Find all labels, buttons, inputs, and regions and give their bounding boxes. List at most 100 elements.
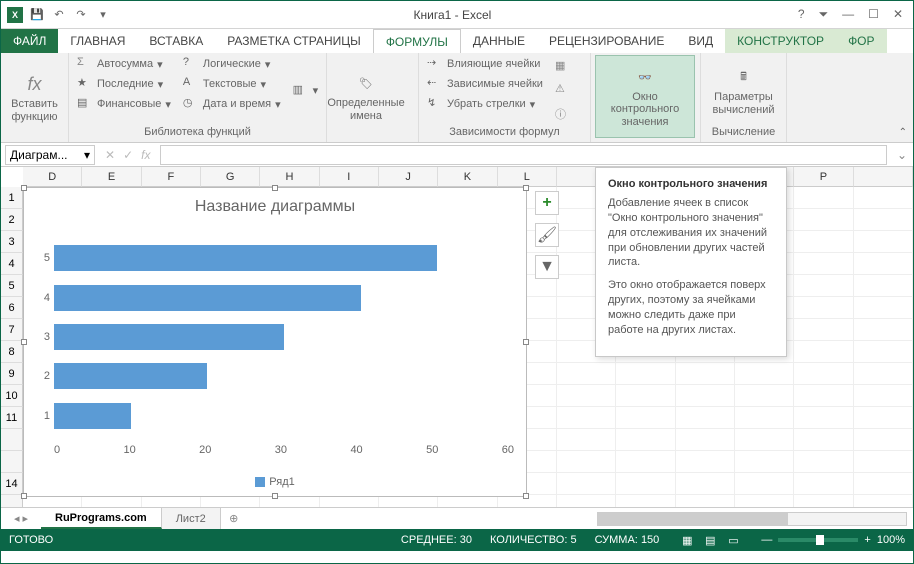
col-header[interactable]: G [201,167,260,187]
chart-filter-button[interactable]: ▼ [535,255,559,279]
cell[interactable] [854,407,913,429]
chart-title[interactable]: Название диаграммы [24,188,526,224]
cell[interactable] [735,429,794,451]
qat-dropdown-icon[interactable]: ▾ [95,7,111,23]
cell[interactable] [676,363,735,385]
row-header[interactable]: 3 [1,231,23,253]
tab-design[interactable]: КОНСТРУКТОР [725,29,836,53]
row-header[interactable]: 8 [1,341,23,363]
chart-legend[interactable]: Ряд1 [24,476,526,488]
cell[interactable] [616,495,675,507]
cell[interactable] [557,429,616,451]
cell[interactable] [616,429,675,451]
cell[interactable] [616,385,675,407]
formula-input[interactable] [160,145,886,165]
col-header[interactable]: I [320,167,379,187]
close-icon[interactable]: ✕ [893,7,903,22]
cell[interactable] [794,253,853,275]
cell[interactable] [794,341,853,363]
cell[interactable] [794,275,853,297]
watch-window-button[interactable]: 👓 Окно контрольного значения [595,55,695,138]
tab-layout[interactable]: РАЗМЕТКА СТРАНИЦЫ [215,29,373,53]
cell[interactable] [854,231,913,253]
cell[interactable] [854,451,913,473]
cell[interactable] [676,451,735,473]
tab-file[interactable]: ФАЙЛ [1,29,58,53]
view-normal-icon[interactable]: ▦ [677,534,697,547]
cell[interactable] [676,385,735,407]
col-header[interactable]: F [142,167,201,187]
col-header[interactable]: E [82,167,141,187]
cell[interactable] [676,473,735,495]
row-header[interactable]: 14 [1,473,23,495]
row-header[interactable] [1,429,23,451]
calc-options-button[interactable]: 🖩 Параметры вычислений [705,55,782,126]
cell[interactable] [854,341,913,363]
row-header[interactable]: 1 [1,187,23,209]
cell[interactable] [676,429,735,451]
namebox-dropdown-icon[interactable]: ▾ [84,148,90,162]
evaluate-icon[interactable]: ⓘ [555,106,566,122]
trace-precedents-button[interactable]: ⇢Влияющие ячейки [423,55,547,73]
cell[interactable] [735,407,794,429]
collapse-ribbon-icon[interactable]: ⌃ [899,127,907,138]
fx-button-icon[interactable]: fx [141,148,150,162]
cell[interactable] [854,209,913,231]
datetime-button[interactable]: ◷Дата и время ▾ [179,95,285,113]
col-header[interactable]: D [23,167,82,187]
expand-formula-icon[interactable]: ⌄ [891,148,913,162]
add-sheet-button[interactable]: ⊕ [221,508,247,529]
cell[interactable] [676,495,735,507]
cell[interactable] [616,473,675,495]
cell[interactable] [616,363,675,385]
undo-icon[interactable]: ↶ [51,7,67,23]
cell[interactable] [854,187,913,209]
accept-formula-icon[interactable]: ✓ [123,148,133,162]
logical-button[interactable]: ?Логические ▾ [179,55,285,73]
cell[interactable] [557,363,616,385]
cell[interactable] [735,495,794,507]
cell[interactable] [557,385,616,407]
cell[interactable] [794,319,853,341]
row-header[interactable] [1,451,23,473]
cell[interactable] [854,429,913,451]
save-icon[interactable]: 💾 [29,7,45,23]
tab-insert[interactable]: ВСТАВКА [137,29,215,53]
redo-icon[interactable]: ↷ [73,7,89,23]
text-button[interactable]: AТекстовые ▾ [179,75,285,93]
insert-function-button[interactable]: fx Вставить функцию [5,55,64,140]
financial-button[interactable]: ▤Финансовые ▾ [73,95,175,113]
sheet-nav[interactable]: ◂ ▸ [1,508,41,529]
cell[interactable] [794,473,853,495]
col-header[interactable]: P [794,167,853,187]
zoom-slider[interactable] [778,538,858,542]
cell[interactable] [557,451,616,473]
cell[interactable] [854,385,913,407]
chart-styles-button[interactable]: 🖌 [535,223,559,247]
zoom-out-button[interactable]: — [761,534,772,546]
cell[interactable] [854,297,913,319]
cell[interactable] [794,297,853,319]
minimize-icon[interactable]: — [842,7,854,22]
cell[interactable] [854,363,913,385]
tab-formulas[interactable]: ФОРМУЛЫ [373,29,461,53]
zoom-in-button[interactable]: + [864,534,870,546]
cell[interactable] [794,495,853,507]
col-header[interactable] [854,167,913,187]
cell[interactable] [735,385,794,407]
zoom-level[interactable]: 100% [877,534,905,546]
cell[interactable] [735,473,794,495]
row-header[interactable]: 9 [1,363,23,385]
sheet-tab-active[interactable]: RuPrograms.com [41,508,162,529]
sheet-tab-2[interactable]: Лист2 [162,508,221,529]
tab-view[interactable]: ВИД [676,29,725,53]
tab-home[interactable]: ГЛАВНАЯ [58,29,137,53]
col-header[interactable]: H [260,167,319,187]
row-header[interactable]: 2 [1,209,23,231]
autosum-button[interactable]: ΣАвтосумма ▾ [73,55,175,73]
cell[interactable] [854,319,913,341]
chart-bar[interactable] [54,285,361,311]
cell[interactable] [616,451,675,473]
trace-dependents-button[interactable]: ⇠Зависимые ячейки [423,75,547,93]
cell[interactable] [854,495,913,507]
